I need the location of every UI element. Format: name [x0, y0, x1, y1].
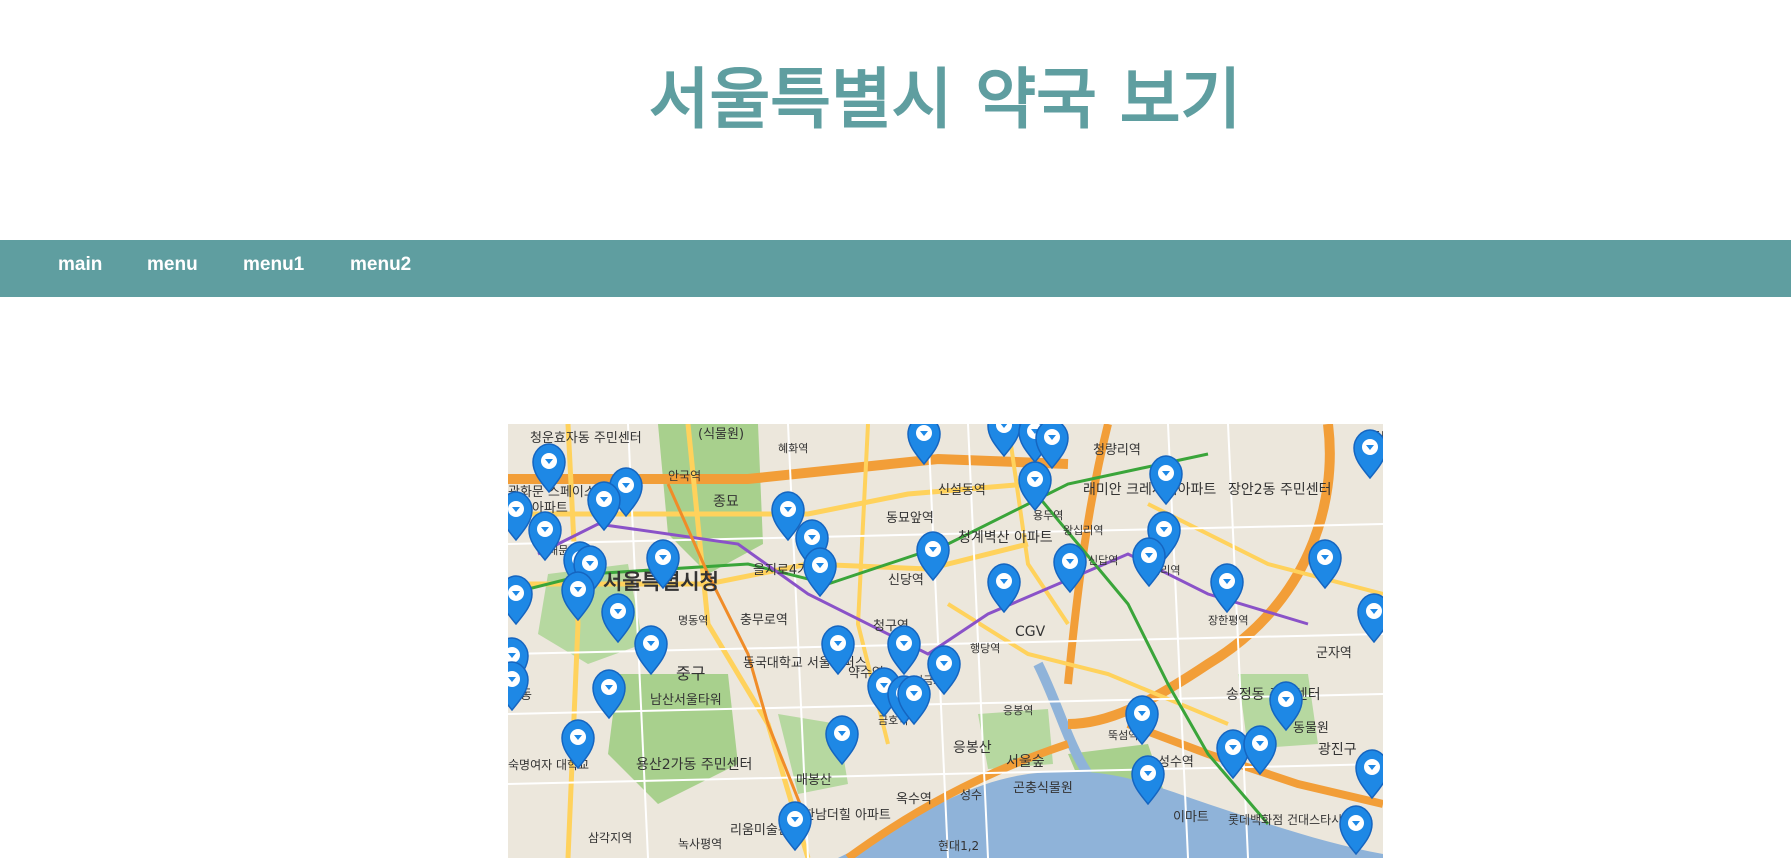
map-label: 곤충식물원: [1013, 781, 1073, 796]
map-label: 광진구: [1318, 742, 1357, 758]
map-label: 혜화역: [778, 442, 808, 455]
map-label: 중구: [676, 664, 705, 683]
map-label: 래미안 크레시티아파트: [1083, 482, 1216, 498]
map-label: 명동역: [678, 614, 708, 627]
nav-item-menu1[interactable]: menu1: [243, 240, 304, 297]
map-label: 매봉산: [796, 773, 832, 788]
pharmacy-marker[interactable]: [561, 571, 595, 621]
map-label: 남산서울타워: [650, 693, 722, 708]
pharmacy-marker[interactable]: [508, 491, 533, 541]
pharmacy-marker[interactable]: [1132, 537, 1166, 587]
pharmacy-marker[interactable]: [1035, 424, 1069, 469]
pharmacy-marker[interactable]: [1053, 543, 1087, 593]
map-label: 동물원: [1293, 721, 1329, 736]
main-nav: main menu menu1 menu2: [0, 240, 1791, 297]
map-label: 한남더힐 아파트: [803, 808, 891, 823]
map-label: CGV: [1015, 624, 1046, 640]
map-label: 군자역: [1316, 646, 1352, 661]
map-label: 신설동역: [938, 483, 986, 498]
pharmacy-marker[interactable]: [601, 593, 635, 643]
page-title: 서울특별시 약국 보기: [648, 61, 1242, 138]
pharmacy-marker[interactable]: [1018, 461, 1052, 511]
map-label: 왕십리역: [1063, 524, 1103, 537]
map-label: 신답역: [1088, 554, 1118, 567]
pharmacy-marker[interactable]: [1131, 755, 1165, 805]
pharmacy-marker[interactable]: [825, 715, 859, 765]
pharmacy-marker[interactable]: [1355, 749, 1383, 799]
pharmacy-marker[interactable]: [907, 424, 941, 465]
map-label: 충무로역: [740, 613, 788, 628]
map-label: 현대1,2: [938, 839, 979, 853]
pharmacy-marker[interactable]: [803, 547, 837, 597]
pharmacy-marker[interactable]: [1339, 805, 1373, 855]
pharmacy-marker[interactable]: [778, 801, 812, 851]
map-label: 삼각지역: [588, 831, 632, 845]
map-label: 청계벽산 아파트: [958, 530, 1053, 546]
pharmacy-marker[interactable]: [587, 481, 621, 531]
map-label: 용두역: [1033, 509, 1063, 522]
pharmacy-marker[interactable]: [1357, 593, 1383, 643]
map-label: 응봉산: [953, 740, 992, 756]
map-label: 청량리역: [1093, 443, 1141, 458]
map-label: 종묘: [713, 494, 739, 510]
pharmacy-marker[interactable]: [887, 625, 921, 675]
map-labels: 청운효자동 주민센터 (식물원) 혜화역 안국역 종묘 광화문 스페이스 단지아…: [508, 424, 1383, 855]
pharmacy-marker[interactable]: [1216, 729, 1250, 779]
map-label: 이마트: [1173, 810, 1209, 825]
pharmacy-marker[interactable]: [508, 575, 533, 625]
map-label: 행당역: [970, 642, 1000, 655]
map-label: 안국역: [668, 469, 701, 483]
nav-item-menu[interactable]: menu: [147, 240, 198, 297]
map-label: 응봉역: [1003, 704, 1033, 717]
map-label: 장한평역: [1208, 614, 1248, 627]
nav-item-main[interactable]: main: [58, 240, 102, 297]
map-label: 신당역: [888, 573, 924, 588]
map-label: 서울숲: [1006, 754, 1045, 770]
pharmacy-marker[interactable]: [1353, 429, 1383, 479]
map-label: 녹사평역: [678, 837, 722, 851]
map-label: (식물원): [698, 427, 744, 442]
pharmacy-marker[interactable]: [1308, 539, 1342, 589]
map-label: 동묘앞역: [886, 511, 934, 526]
map-label: 옥수역: [896, 792, 932, 807]
map-label: 성수: [960, 788, 982, 802]
map-label: 장안2동 주민센터: [1228, 482, 1332, 498]
pharmacy-marker[interactable]: [592, 669, 626, 719]
pharmacy-marker[interactable]: [987, 563, 1021, 613]
nav-item-menu2[interactable]: menu2: [350, 240, 411, 297]
pharmacy-marker[interactable]: [1210, 563, 1244, 613]
pharmacy-marker[interactable]: [987, 424, 1021, 457]
pharmacy-marker[interactable]: [1243, 725, 1277, 775]
pharmacy-map[interactable]: 청운효자동 주민센터 (식물원) 혜화역 안국역 종묘 광화문 스페이스 단지아…: [508, 424, 1383, 858]
pharmacy-marker[interactable]: [634, 625, 668, 675]
map-label: 용산2가동 주민센터: [636, 757, 752, 773]
